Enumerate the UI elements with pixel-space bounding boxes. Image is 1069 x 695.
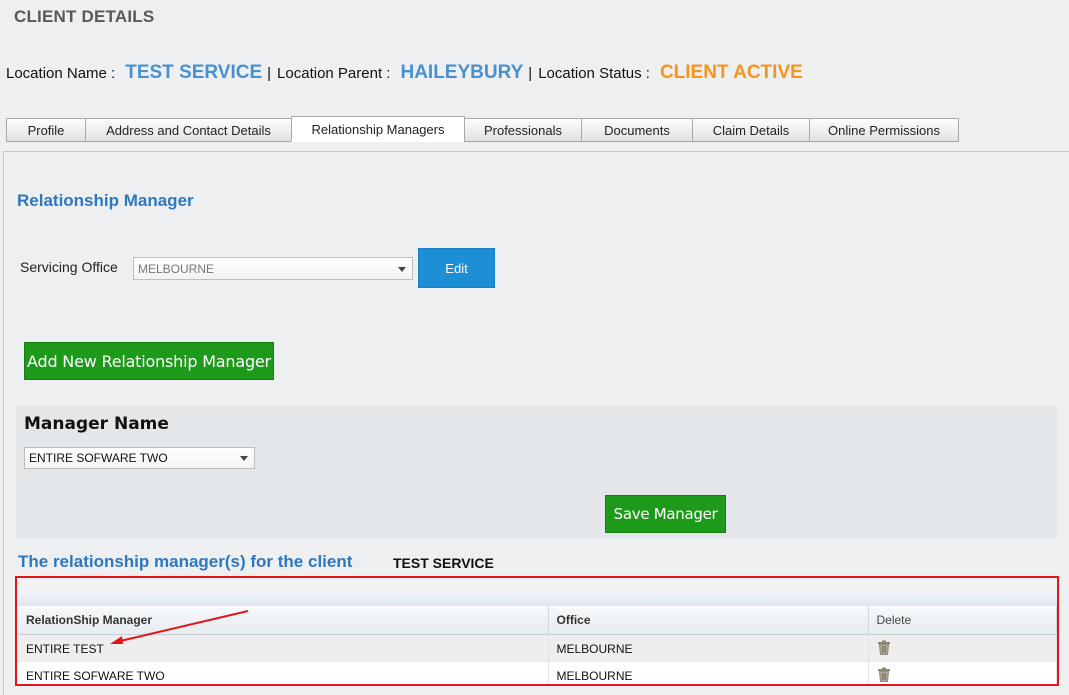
manager-cell: ENTIRE TEST bbox=[18, 634, 549, 662]
chevron-down-icon bbox=[240, 456, 248, 461]
save-manager-button[interactable]: Save Manager bbox=[605, 495, 726, 533]
tab-claim-details[interactable]: Claim Details bbox=[692, 118, 810, 142]
servicing-office-select[interactable]: MELBOURNE bbox=[133, 257, 413, 280]
manager-name-select[interactable]: ENTIRE SOFWARE TWO bbox=[24, 447, 255, 469]
column-header-office[interactable]: Office bbox=[548, 606, 869, 635]
location-status-value: CLIENT ACTIVE bbox=[659, 62, 803, 83]
tab-documents[interactable]: Documents bbox=[581, 118, 693, 142]
manager-name-value: ENTIRE SOFWARE TWO bbox=[29, 451, 168, 465]
managers-list-client: TEST SERVICE bbox=[393, 555, 494, 571]
page-title: CLIENT DETAILS bbox=[14, 7, 155, 26]
managers-grid-highlight: RelationShip Manager Office Delete ENTIR… bbox=[15, 576, 1059, 686]
table-row: ENTIRE SOFWARE TWO MELBOURNE bbox=[18, 662, 1057, 684]
delete-cell bbox=[868, 634, 1057, 662]
tab-bar: Profile Address and Contact Details Rela… bbox=[6, 116, 959, 143]
tab-address-contact[interactable]: Address and Contact Details bbox=[85, 118, 292, 142]
edit-button[interactable]: Edit bbox=[418, 248, 495, 288]
grid-header-strip bbox=[17, 590, 1057, 606]
location-status-label: Location Status : bbox=[538, 64, 650, 82]
tab-professionals[interactable]: Professionals bbox=[464, 118, 582, 142]
office-cell: MELBOURNE bbox=[548, 662, 869, 684]
managers-table: RelationShip Manager Office Delete ENTIR… bbox=[18, 606, 1057, 684]
servicing-office-label: Servicing Office bbox=[20, 259, 118, 275]
delete-cell bbox=[868, 662, 1057, 684]
trash-icon[interactable] bbox=[877, 640, 891, 655]
section-title: Relationship Manager bbox=[17, 191, 194, 210]
trash-icon[interactable] bbox=[877, 667, 891, 682]
table-row: ENTIRE TEST MELBOURNE bbox=[18, 634, 1057, 662]
chevron-down-icon bbox=[398, 266, 406, 272]
add-relationship-manager-button[interactable]: Add New Relationship Manager bbox=[24, 342, 274, 380]
separator: | bbox=[267, 64, 272, 82]
tab-relationship-managers[interactable]: Relationship Managers bbox=[291, 116, 465, 142]
tab-profile[interactable]: Profile bbox=[6, 118, 86, 142]
location-parent-value: HAILEYBURY bbox=[400, 62, 524, 83]
column-header-manager[interactable]: RelationShip Manager bbox=[18, 606, 549, 635]
manager-form-panel bbox=[16, 406, 1057, 539]
table-header-row: RelationShip Manager Office Delete bbox=[18, 606, 1057, 635]
separator: | bbox=[528, 64, 533, 82]
location-summary: Location Name : TEST SERVICE | Location … bbox=[6, 60, 808, 86]
tab-online-permissions[interactable]: Online Permissions bbox=[809, 118, 959, 142]
column-header-delete: Delete bbox=[868, 606, 1057, 635]
office-cell: MELBOURNE bbox=[548, 634, 869, 662]
location-parent-label: Location Parent : bbox=[277, 64, 391, 82]
location-name-label: Location Name : bbox=[6, 64, 116, 82]
servicing-office-value: MELBOURNE bbox=[138, 261, 215, 276]
manager-name-label: Manager Name bbox=[24, 414, 169, 434]
location-name-value: TEST SERVICE bbox=[125, 62, 263, 83]
manager-cell: ENTIRE SOFWARE TWO bbox=[18, 662, 549, 684]
managers-list-title: The relationship manager(s) for the clie… bbox=[18, 552, 353, 571]
